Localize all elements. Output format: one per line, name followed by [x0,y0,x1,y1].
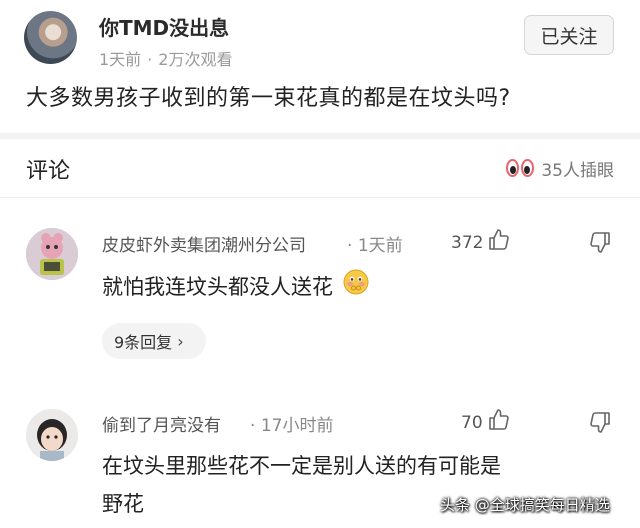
watchers-count: 35人插眼 [541,161,614,181]
post-title: 大多数男孩子收到的第一束花真的都是在坟头吗? [26,86,511,111]
thumbs-down-icon[interactable] [588,230,612,258]
watermark: 头条 @全球搞笑每日精选 [440,496,610,514]
author-avatar[interactable] [24,11,77,64]
comment-time-text: 1天前 [357,236,403,256]
time-separator: · [347,236,358,256]
commenter-avatar[interactable] [26,409,78,461]
comments-title: 评论 [26,159,71,184]
commenter-name[interactable]: 偷到了月亮没有 [102,411,221,436]
comment-time-text: 17小时前 [260,416,334,436]
watchers-indicator[interactable]: 35人插眼 [505,156,614,181]
comment-time: · 1天前 [347,231,403,256]
post-author-name[interactable]: 你TMD没出息 [99,12,229,41]
replies-label: 9条回复 [114,333,173,352]
like-count: 372 [451,232,484,253]
comment-text-content: 就怕我连坟头都没人送花 [102,275,333,299]
post-views: 2万次观看 [158,50,233,69]
thumbs-down-icon[interactable] [588,410,612,438]
thumbs-up-icon [487,228,511,257]
post-meta: 1天前 · 2万次观看 [99,46,232,70]
follow-button[interactable]: 已关注 [524,15,614,55]
eyes-icon [505,158,535,179]
comment-text: 就怕我连坟头都没人送花 [102,268,369,307]
post-header: 你TMD没出息 1天前 · 2万次观看 已关注 大多数男孩子收到的第一束花真的都是在… [0,0,640,133]
commenter-name[interactable]: 皮皮虾外卖集团潮州分公司 [102,231,306,256]
divider [0,197,640,198]
chevron-right-icon: › [177,331,184,351]
like-count: 70 [461,412,483,433]
like-button[interactable]: 372 [451,228,511,257]
shy-face-emoji-icon [343,269,369,307]
comments-header: 评论 35人插眼 [0,139,640,197]
meta-separator: · [147,50,153,69]
post-time: 1天前 [99,50,142,69]
view-replies-button[interactable]: 9条回复 › [102,323,206,359]
thumbs-up-icon [487,408,511,437]
time-separator: · [250,416,261,436]
commenter-avatar[interactable] [26,228,78,280]
comment-time: · 17小时前 [250,411,333,436]
comment-text-line: 在坟头里那些花不一定是别人送的有可能是 [102,454,501,478]
like-button[interactable]: 70 [461,408,511,437]
